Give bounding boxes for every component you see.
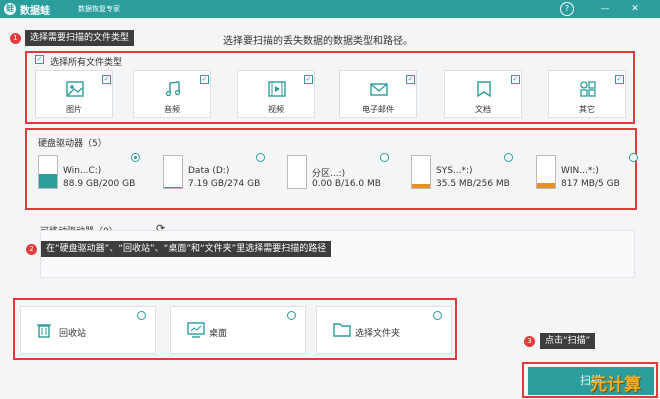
file-type-checkbox[interactable]: ✓ <box>304 75 313 84</box>
app-name: 数据蛙 <box>20 6 50 17</box>
drive-size: 88.9 GB/200 GB <box>63 179 136 189</box>
drive-name: WIN...*:) <box>561 166 599 176</box>
location-radio[interactable] <box>287 311 296 320</box>
file-type-label: 图片 <box>66 105 82 114</box>
folder-icon <box>333 322 351 340</box>
watermark: 元计算 <box>590 375 641 395</box>
drive-size: 35.5 MB/256 MB <box>436 179 510 189</box>
drive-radio[interactable] <box>131 153 140 162</box>
drive-usage-fill <box>412 183 430 188</box>
close-icon[interactable]: ✕ <box>628 2 642 16</box>
video-icon <box>268 81 286 100</box>
callout-1: 选择需要扫描的文件类型 <box>25 30 135 46</box>
drive-radio[interactable] <box>256 153 265 162</box>
drive-size: 7.19 GB/274 GB <box>188 179 261 189</box>
drive-icon <box>536 155 556 189</box>
location-radio[interactable] <box>137 311 146 320</box>
file-type-checkbox[interactable]: ✓ <box>511 75 520 84</box>
drive-size: 0.00 B/16.0 MB <box>312 179 381 189</box>
callout-number-1: 1 <box>10 33 21 44</box>
file-type-card[interactable]: ✓ 视频 <box>237 70 315 118</box>
drive-name: SYS...*:) <box>436 166 473 176</box>
drive-icon <box>411 155 431 189</box>
desktop-icon <box>187 322 205 341</box>
drive-usage-fill <box>537 182 555 188</box>
file-type-card[interactable]: ✓ 图片 <box>35 70 113 118</box>
file-type-card[interactable]: ✓ 音频 <box>133 70 211 118</box>
file-type-label: 视频 <box>268 105 284 114</box>
file-type-label: 音频 <box>164 105 180 114</box>
location-radio[interactable] <box>433 311 442 320</box>
drive-usage-fill <box>39 173 57 188</box>
drive-radio[interactable] <box>380 153 389 162</box>
callout-3: 点击“扫描” <box>540 333 596 349</box>
location-card[interactable]: 选择文件夹 <box>316 306 452 354</box>
select-all-label: 选择所有文件类型 <box>50 58 123 68</box>
select-all-checkbox[interactable]: ✓ <box>35 55 44 64</box>
file-type-label: 文档 <box>475 105 491 114</box>
location-label: 回收站 <box>59 329 87 339</box>
file-type-card[interactable]: ✓ 其它 <box>548 70 626 118</box>
hard-drives-title: 硬盘驱动器（5） <box>38 139 107 149</box>
drive-icon <box>38 155 58 189</box>
drive-icon <box>163 155 183 189</box>
app-subtitle: 数据恢复专家 <box>78 5 120 13</box>
other-icon <box>579 81 597 100</box>
app-logo-icon: 蛙 <box>4 3 16 15</box>
callout-number-3: 3 <box>524 336 535 347</box>
file-type-card[interactable]: ✓ 文档 <box>444 70 522 118</box>
drive-size: 817 MB/5 GB <box>561 179 620 189</box>
file-type-card[interactable]: ✓ 电子邮件 <box>339 70 417 118</box>
file-type-checkbox[interactable]: ✓ <box>406 75 415 84</box>
drive-usage-fill <box>164 187 182 188</box>
file-type-checkbox[interactable]: ✓ <box>200 75 209 84</box>
music-icon <box>164 81 182 100</box>
page-heading: 选择要扫描的丢失数据的数据类型和路径。 <box>223 36 413 47</box>
image-icon <box>66 81 84 100</box>
location-card[interactable]: 桌面 <box>170 306 306 354</box>
drive-name: Data (D:) <box>188 166 230 176</box>
file-type-label: 其它 <box>579 105 595 114</box>
callout-2: 在“硬盘驱动器”、“回收站”、“桌面”和“文件夹”里选择需要扫描的路径 <box>41 241 332 257</box>
location-card[interactable]: 回收站 <box>20 306 156 354</box>
location-label: 选择文件夹 <box>355 329 401 339</box>
drive-name: Win...C:) <box>63 166 102 176</box>
email-icon <box>370 81 388 100</box>
minimize-icon[interactable]: — <box>598 2 612 16</box>
file-type-label: 电子邮件 <box>362 105 394 114</box>
location-label: 桌面 <box>209 329 228 339</box>
drive-radio[interactable] <box>629 153 638 162</box>
drive-name: 分区...:) <box>312 169 346 179</box>
file-type-checkbox[interactable]: ✓ <box>615 75 624 84</box>
file-type-checkbox[interactable]: ✓ <box>102 75 111 84</box>
drive-radio[interactable] <box>504 153 513 162</box>
help-icon[interactable]: ? <box>560 2 574 16</box>
drive-icon <box>287 155 307 189</box>
title-bar: 蛙 数据蛙 数据恢复专家 ? — ✕ <box>0 0 660 18</box>
document-icon <box>475 81 493 100</box>
callout-number-2: 2 <box>26 244 37 255</box>
recycle-bin-icon <box>37 322 51 341</box>
